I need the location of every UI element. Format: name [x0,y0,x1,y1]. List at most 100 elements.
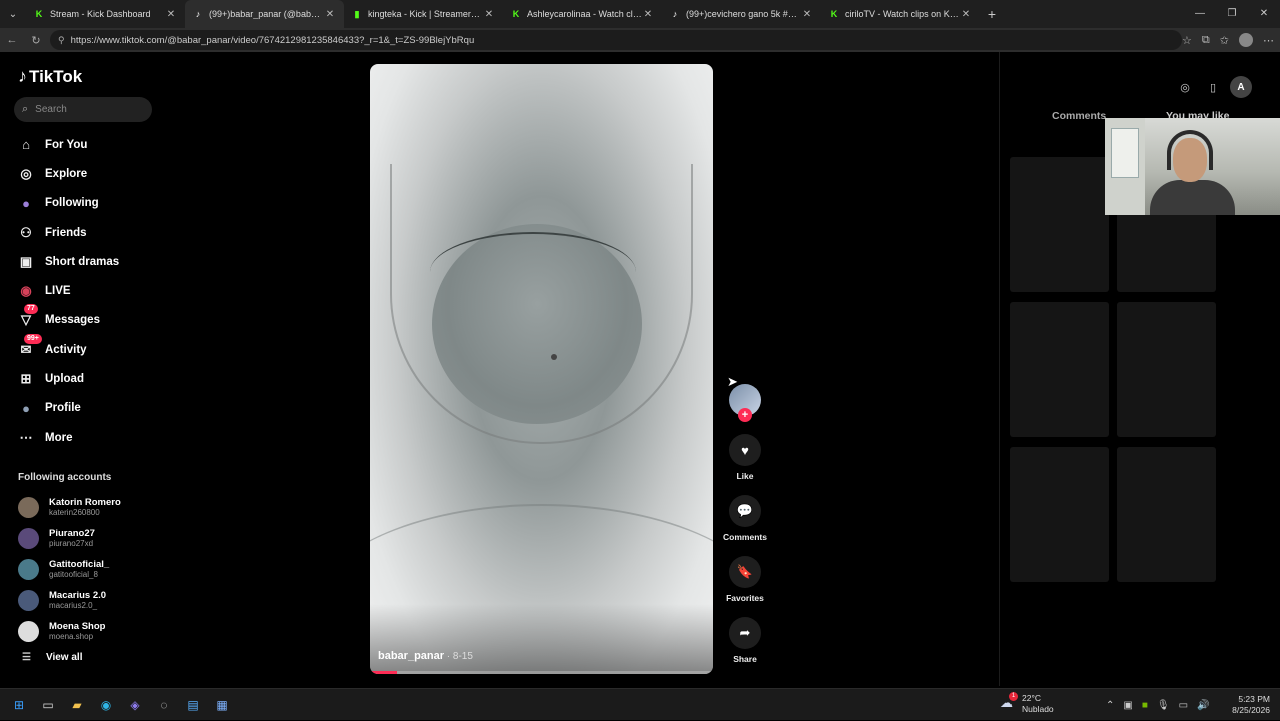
notepad-icon[interactable]: ▤ [184,696,202,714]
calculator-icon[interactable]: ▦ [213,696,231,714]
tab-comments[interactable]: Comments [1052,110,1106,122]
obs-icon[interactable]: ◌ [155,696,173,714]
coin-icon[interactable]: ◎ [1174,76,1196,98]
nav-item-label: Upload [45,373,84,386]
suggested-video-tile[interactable] [1117,447,1216,582]
network-icon[interactable]: ▭ [1179,700,1188,711]
close-tab-icon[interactable]: ✕ [483,9,495,20]
browser-tab[interactable]: ▮ kingteka - Kick | StreamerStats ✕ [344,0,503,28]
browser-tab[interactable]: K Ashleycarolinaa - Watch clips on K✕ [503,0,662,28]
favorites-button[interactable]: 🔖 Favorites [722,556,768,603]
weather-widget[interactable]: ☁ 1 22°C Nublado [1000,692,1054,715]
close-tab-icon[interactable]: ✕ [165,9,177,20]
discord-icon[interactable]: ◈ [126,696,144,714]
more-icon: ⋯ [19,429,33,445]
nav-item-profile[interactable]: ● Profile [16,394,119,423]
volume-icon[interactable]: 🔊 [1197,700,1209,711]
new-tab-button[interactable]: + [980,6,1004,22]
comments-label: Comments [723,532,767,542]
nvidia-icon[interactable]: ■ [1142,700,1148,711]
microphone-icon[interactable]: 🎙 [1157,700,1170,711]
nav-item-activity[interactable]: ✉ 99+ Activity [16,333,119,364]
nav-item-label: Friends [45,226,87,239]
minimize-icon[interactable]: — [1184,0,1216,28]
browser-toolbar: ☆ ⧉ ✩ ⋯ [1182,28,1274,52]
nav-item-messages[interactable]: ▽ 77 Messages [16,304,119,335]
heart-icon: ♥ [729,434,761,466]
browser-menu-icon[interactable]: ⋯ [1263,34,1274,47]
nav-item-label: Messages [45,314,100,327]
restore-icon[interactable]: ❐ [1216,0,1248,28]
file-explorer-icon[interactable]: ▰ [68,696,86,714]
tiktok-logo[interactable]: ♪ TikTok [18,66,82,87]
nav-item-explore[interactable]: ◎ Explore [16,159,119,188]
tab-list-menu-icon[interactable]: ⌄ [0,0,26,28]
account-text: Moena Shop moena.shop [49,621,105,642]
video-player[interactable]: babar_panar · 8-15 [370,64,713,674]
share-label: Share [733,654,757,664]
nav-item-more[interactable]: ⋯ More [16,423,119,452]
close-window-icon[interactable]: ✕ [1248,0,1280,28]
task-view-icon[interactable]: ▭ [39,696,57,714]
following-account[interactable]: Macarius 2.0 macarius2.0_ [18,585,121,616]
site-info-icon[interactable]: ⚲ [58,35,65,46]
nav-item-live[interactable]: ◉ LIVE [16,276,119,305]
following-account[interactable]: Gatitooficial_ gatitooficial_8 [18,554,121,585]
follow-plus-icon[interactable]: + [738,408,752,422]
extensions-icon[interactable]: ⧉ [1202,34,1210,47]
following-account[interactable]: Katorin Romero katerin260800 [18,492,121,523]
browser-tab-title: (99+)babar_panar (@babar_p [209,9,324,19]
like-button[interactable]: ♥ Like [722,434,768,481]
favorites-icon[interactable]: ✩ [1220,34,1229,47]
live-icon: ◉ [20,283,32,299]
video-progress-fill [370,671,398,674]
search-input[interactable]: ⌕ Search [14,97,152,122]
logo-text: TikTok [29,66,83,86]
comment-icon: 💬 [729,495,761,527]
close-tab-icon[interactable]: ✕ [324,9,336,20]
chevron-up-icon[interactable]: ⌃ [1106,700,1114,711]
view-all-link[interactable]: ☰ View all [22,652,82,663]
browser-tab[interactable]: KciriloTV - Watch clips on Kick ✕ [821,0,980,28]
browser-tab[interactable]: ♪ (99+)babar_panar (@babar_p ✕ [185,0,344,28]
nav-item-label: For You [45,138,88,151]
close-tab-icon[interactable]: ✕ [801,9,813,20]
taskbar-clock[interactable]: 5:23 PM 8/25/2026 [1232,694,1270,716]
close-tab-icon[interactable]: ✕ [960,9,972,20]
back-icon[interactable]: ← [0,34,24,46]
url-field[interactable]: ⚲ https://www.tiktok.com/@babar_panar/vi… [50,30,1182,50]
account-handle: katerin260800 [49,508,100,517]
following-account[interactable]: Piurano27 piurano27xd [18,523,121,554]
suggested-video-tile[interactable] [1117,302,1216,437]
video-author[interactable]: babar_panar [378,650,444,662]
nav-item-friends[interactable]: ⚇ Friends [16,218,119,247]
bookmark-star-icon[interactable]: ☆ [1182,34,1192,47]
creator-avatar[interactable]: + [729,384,761,422]
windows-start-icon[interactable]: ⊞ [10,696,28,714]
browser-tab[interactable]: ♪ (99+)cevichero gano 5k #sideralde✕ [662,0,821,28]
following-account[interactable]: Moena Shop moena.shop [18,616,121,647]
top-right-icons: ◎ ▯ A [1174,76,1252,98]
suggested-video-tile[interactable] [1010,302,1109,437]
webcam-window [1111,128,1139,178]
nav-item-following[interactable]: ● Following [16,189,119,218]
search-icon: ⌕ [22,103,29,115]
browser-tab-title: (99+)cevichero gano 5k #sideralde [686,9,801,19]
reload-icon[interactable]: ↻ [24,34,48,47]
suggested-video-tile[interactable] [1010,157,1109,292]
nav-item-for-you[interactable]: ⌂ For You [16,130,119,159]
browser-tab[interactable]: K Stream - Kick Dashboard ✕ [26,0,185,28]
nav-item-short-dramas[interactable]: ▣ Short dramas [16,247,119,276]
comments-button[interactable]: 💬 Comments [722,495,768,542]
browser-profile-avatar[interactable] [1239,33,1253,47]
device-icon[interactable]: ▯ [1202,76,1224,98]
share-button[interactable]: ➦ Share [722,617,768,664]
close-tab-icon[interactable]: ✕ [642,9,654,20]
nav-item-upload[interactable]: ⊞ Upload [16,364,119,393]
edge-browser-icon[interactable]: ◉ [97,696,115,714]
messages-icon: ▽ 77 [16,304,38,330]
video-progress-bar[interactable] [370,671,713,674]
user-avatar[interactable]: A [1230,76,1252,98]
suggested-video-tile[interactable] [1010,447,1109,582]
tray-app-icon[interactable]: ▣ [1123,700,1132,711]
